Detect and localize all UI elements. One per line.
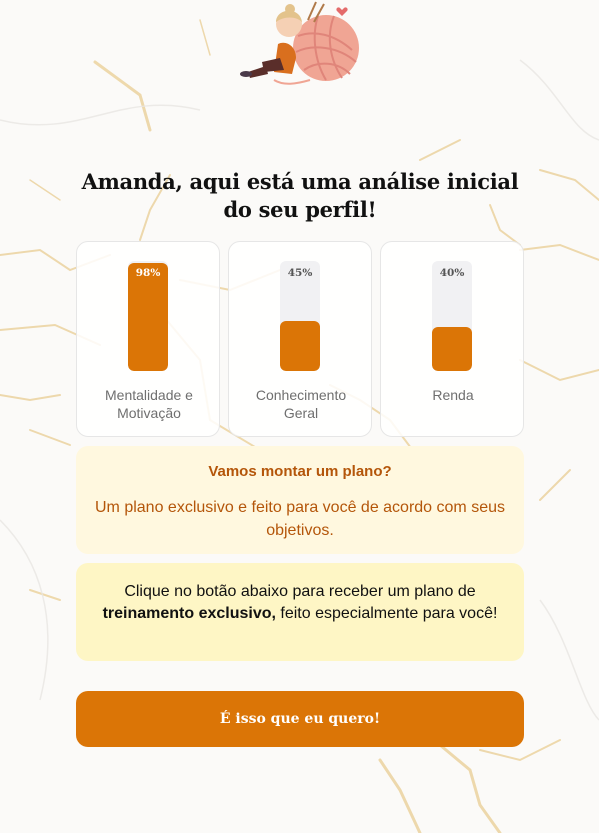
info-callout: Clique no botão abaixo para receber um p… (76, 563, 524, 661)
stat-label: Conhecimento Geral (255, 387, 347, 421)
title-line-2: do seu perfil! (223, 197, 377, 222)
title-line-1: Amanda, aqui está uma análise inicial (81, 169, 519, 194)
profile-stats: 98% Mentalidade e Motivação 45% Conhecim… (76, 241, 524, 437)
stat-label: Renda (432, 387, 474, 403)
info-text-start: Clique no botão abaixo para receber um p… (124, 583, 476, 600)
girl-with-yarn-ball-illustration (234, 0, 364, 92)
info-text-bold: treinamento exclusivo, (102, 605, 276, 622)
progress-bar: 45% (280, 261, 320, 371)
page-title: Amanda, aqui está uma análise inicial do… (60, 168, 540, 224)
stat-card-renda: 40% Renda (380, 241, 524, 437)
progress-fill (432, 327, 472, 371)
info-text-end: feito especialmente para você! (275, 605, 498, 622)
analysis-page: Amanda, aqui está uma análise inicial do… (0, 0, 599, 833)
progress-bar: 98% (128, 261, 168, 371)
plan-callout: Vamos montar um plano? Um plano exclusiv… (76, 446, 524, 554)
progress-percent: 45% (287, 267, 313, 279)
stat-card-conhecimento: 45% Conhecimento Geral (228, 241, 372, 437)
progress-percent: 40% (439, 267, 465, 279)
cta-button[interactable]: É isso que eu quero! (76, 691, 524, 747)
plan-description: Um plano exclusivo e feito para você de … (95, 499, 505, 539)
stat-label: Mentalidade e Motivação (105, 387, 193, 421)
progress-bar: 40% (432, 261, 472, 371)
progress-fill (128, 263, 168, 371)
progress-percent: 98% (135, 267, 161, 279)
progress-fill (280, 321, 320, 371)
stat-card-mentalidade: 98% Mentalidade e Motivação (76, 241, 220, 437)
plan-title: Vamos montar um plano? (208, 463, 392, 480)
